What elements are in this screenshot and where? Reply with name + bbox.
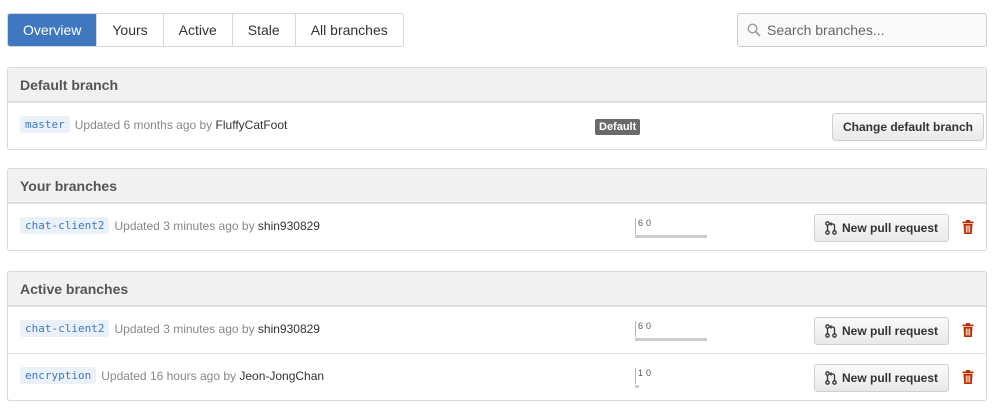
author-link[interactable]: Jeon-JongChan: [239, 369, 324, 383]
search-box[interactable]: [737, 13, 987, 47]
tab-stale[interactable]: Stale: [231, 14, 295, 46]
change-default-branch-button[interactable]: Change default branch: [832, 113, 985, 141]
branch-meta: Updated 3 minutes ago by shin930829: [114, 322, 320, 336]
ahead-bar: [635, 338, 707, 341]
branch-name-link[interactable]: chat-client2: [20, 320, 110, 337]
section-title: Active branches: [8, 272, 986, 306]
updated-text: Updated 3 minutes ago by: [114, 218, 255, 233]
button-label: New pull request: [842, 221, 939, 235]
button-label: New pull request: [842, 324, 939, 338]
updated-text: Updated 6 months ago by: [74, 117, 213, 132]
search-icon: [747, 23, 761, 37]
branch-meta: Updated 3 minutes ago by shin930829: [114, 219, 320, 233]
updated-text: Updated 16 hours ago by: [101, 368, 236, 383]
branch-toolbar: Overview Yours Active Stale All branches: [7, 13, 987, 47]
new-pull-request-button[interactable]: New pull request: [814, 214, 950, 242]
branch-row: chat-client2 Updated 3 minutes ago by sh…: [8, 203, 986, 250]
delete-branch-trash-icon[interactable]: [962, 220, 974, 234]
tab-yours[interactable]: Yours: [96, 14, 163, 46]
branch-meta: Updated 16 hours ago by Jeon-JongChan: [101, 369, 324, 383]
section-title: Your branches: [8, 169, 986, 203]
new-pull-request-button[interactable]: New pull request: [814, 317, 950, 345]
tab-overview[interactable]: Overview: [8, 14, 97, 46]
ahead-bar: [635, 385, 639, 388]
behind-count: 0: [645, 218, 651, 228]
delete-branch-trash-icon[interactable]: [962, 370, 974, 384]
updated-text: Updated 3 minutes ago by: [114, 321, 255, 336]
button-label: New pull request: [842, 371, 939, 385]
delete-branch-trash-icon[interactable]: [962, 323, 974, 337]
ahead-behind-divider: [635, 218, 636, 234]
behind-count: 0: [645, 368, 651, 378]
behind-count: 0: [645, 321, 651, 331]
pull-request-icon: [825, 221, 837, 235]
search-input[interactable]: [767, 22, 967, 38]
branch-name-link[interactable]: encryption: [20, 367, 97, 384]
ahead-count: 6: [638, 218, 644, 228]
branch-row: chat-client2 Updated 3 minutes ago by sh…: [8, 306, 986, 353]
branch-row: encryption Updated 16 hours ago by Jeon-…: [8, 353, 986, 400]
your-branches-section: Your branches chat-client2 Updated 3 min…: [7, 168, 987, 251]
branch-filter-tabs: Overview Yours Active Stale All branches: [7, 13, 404, 47]
tab-active[interactable]: Active: [162, 14, 232, 46]
default-badge: Default: [595, 119, 641, 135]
active-branches-section: Active branches chat-client2 Updated 3 m…: [7, 271, 987, 401]
pull-request-icon: [825, 324, 837, 338]
ahead-count: 1: [638, 368, 644, 378]
default-branch-section: Default branch master Updated 6 months a…: [7, 67, 987, 150]
new-pull-request-button[interactable]: New pull request: [814, 364, 950, 392]
ahead-bar: [635, 235, 707, 238]
pull-request-icon: [825, 371, 837, 385]
ahead-count: 6: [638, 321, 644, 331]
branch-row: master Updated 6 months ago by FluffyCat…: [8, 102, 986, 149]
author-link[interactable]: FluffyCatFoot: [216, 118, 288, 132]
branch-name-link[interactable]: master: [20, 116, 70, 133]
tab-all-branches[interactable]: All branches: [294, 14, 403, 46]
ahead-behind-divider: [635, 321, 636, 337]
ahead-behind-divider: [635, 368, 636, 384]
branch-name-link[interactable]: chat-client2: [20, 217, 110, 234]
author-link[interactable]: shin930829: [258, 219, 320, 233]
ahead-behind-graph: 0 1: [623, 368, 713, 388]
ahead-behind-graph: 0 6: [623, 321, 713, 341]
ahead-behind-graph: 0 6: [623, 218, 713, 238]
author-link[interactable]: shin930829: [258, 322, 320, 336]
branch-meta: Updated 6 months ago by FluffyCatFoot: [75, 118, 288, 132]
section-title: Default branch: [8, 68, 986, 102]
